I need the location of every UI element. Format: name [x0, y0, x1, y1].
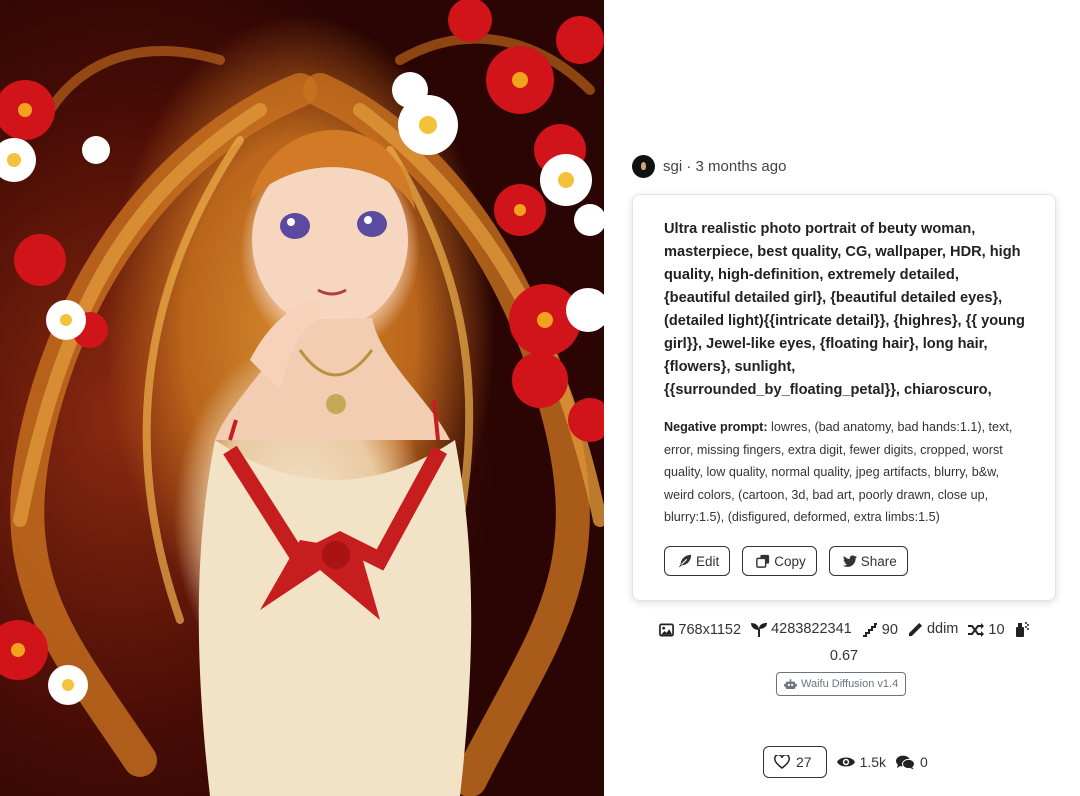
seed-item: 4283822341: [751, 618, 852, 641]
negative-prompt-label: Negative prompt:: [664, 420, 768, 434]
separator: ·: [682, 157, 696, 175]
post-author-line: sgi · 3 months ago: [632, 154, 786, 178]
model-badge[interactable]: Waifu Diffusion v1.4: [776, 672, 907, 696]
stairs-icon: [862, 623, 877, 637]
comments-count: 0: [920, 754, 928, 770]
generation-meta: 768x1152 4283822341 90 ddim 10 0.67: [632, 618, 1056, 668]
post-stats: 27 1.5k 0: [763, 746, 928, 778]
comments-stat[interactable]: 0: [896, 754, 928, 770]
prompt-card: Ultra realistic photo portrait of beuty …: [632, 194, 1056, 601]
comments-icon: [896, 755, 916, 769]
robot-icon: [784, 678, 797, 689]
strength-value: 0.67: [829, 648, 859, 664]
views-count: 1.5k: [859, 754, 887, 770]
eyedropper-icon: [908, 622, 922, 637]
steps-item: 90: [862, 619, 898, 642]
image-icon: [659, 623, 675, 637]
prompt-actions: Edit Copy Share: [664, 546, 908, 576]
eye-icon: [836, 757, 855, 767]
heart-icon: [774, 755, 790, 769]
copy-label: Copy: [774, 553, 806, 569]
sampler-value: ddim: [926, 621, 959, 637]
like-button[interactable]: 27: [763, 746, 827, 778]
likes-count: 27: [796, 754, 812, 770]
copy-button[interactable]: Copy: [742, 546, 817, 576]
cfg-value: 10: [988, 621, 1005, 638]
edit-label: Edit: [696, 553, 720, 569]
model-name: Waifu Diffusion v1.4: [801, 678, 899, 690]
steps-value: 90: [881, 621, 898, 638]
seedling-icon: [751, 623, 768, 637]
seed-value: 4283822341: [771, 621, 852, 637]
copy-icon: [756, 554, 770, 568]
artwork-image[interactable]: [0, 0, 604, 796]
negative-prompt: Negative prompt: lowres, (bad anatomy, b…: [664, 416, 1025, 529]
share-label: Share: [860, 553, 897, 569]
share-button[interactable]: Share: [828, 546, 908, 576]
resolution-value: 768x1152: [678, 621, 742, 638]
feather-icon: [678, 554, 692, 568]
sampler-item: ddim: [908, 618, 958, 641]
prompt-text: Ultra realistic photo portrait of beuty …: [664, 221, 1025, 398]
strength-item: [1015, 621, 1029, 637]
edit-button[interactable]: Edit: [664, 546, 731, 576]
twitter-icon: [842, 554, 857, 567]
negative-prompt-text: lowres, (bad anatomy, bad hands:1.1), te…: [664, 420, 1013, 525]
cfg-item: 10: [968, 619, 1005, 642]
artwork-illustration: [0, 0, 604, 796]
spray-icon: [1015, 622, 1029, 637]
resolution-item: 768x1152: [659, 619, 741, 642]
author-name-link[interactable]: sgi: [663, 158, 682, 175]
views-stat: 1.5k: [836, 754, 887, 770]
post-time: 3 months ago: [695, 157, 787, 175]
avatar[interactable]: [632, 154, 655, 178]
shuffle-icon: [968, 623, 985, 637]
